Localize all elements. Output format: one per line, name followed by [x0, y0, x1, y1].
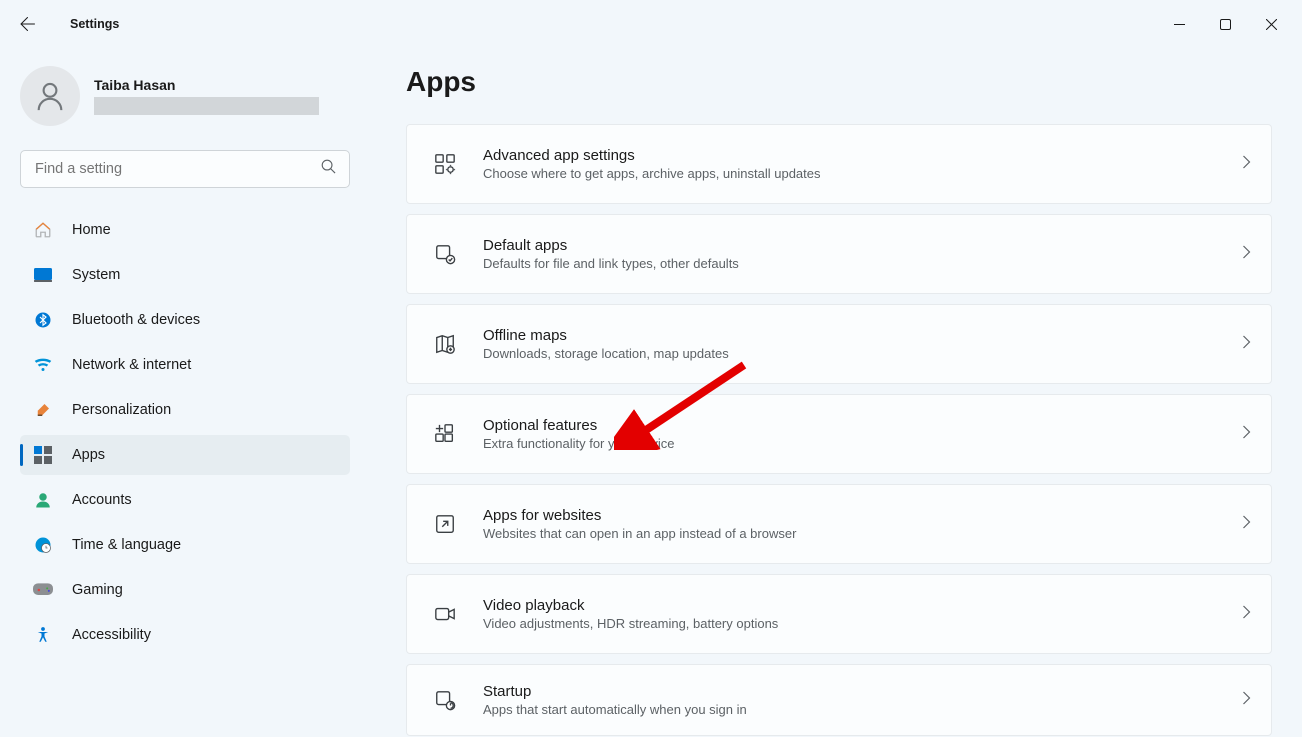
maximize-button[interactable]: [1202, 8, 1248, 40]
card-default-apps[interactable]: Default apps Defaults for file and link …: [406, 214, 1272, 294]
nav-label: Apps: [72, 447, 105, 463]
card-title: Advanced app settings: [483, 147, 1242, 164]
nav-label: Time & language: [72, 537, 181, 553]
sidebar-item-time[interactable]: Time & language: [20, 525, 350, 565]
sidebar-item-home[interactable]: Home: [20, 210, 350, 250]
card-video-playback[interactable]: Video playback Video adjustments, HDR st…: [406, 574, 1272, 654]
optional-features-icon: [431, 420, 459, 448]
chevron-right-icon: [1242, 515, 1251, 534]
card-title: Optional features: [483, 417, 1242, 434]
page-title: Apps: [406, 66, 1272, 98]
account-icon: [32, 489, 54, 511]
card-title: Offline maps: [483, 327, 1242, 344]
person-icon: [33, 79, 67, 113]
card-title: Video playback: [483, 597, 1242, 614]
card-subtitle: Websites that can open in an app instead…: [483, 526, 1242, 541]
app-title: Settings: [70, 17, 119, 31]
search-wrapper: [20, 150, 350, 188]
chevron-right-icon: [1242, 335, 1251, 354]
nav-label: Gaming: [72, 582, 123, 598]
card-offline-maps[interactable]: Offline maps Downloads, storage location…: [406, 304, 1272, 384]
video-icon: [431, 600, 459, 628]
card-subtitle: Defaults for file and link types, other …: [483, 256, 1242, 271]
default-apps-icon: [431, 240, 459, 268]
clock-globe-icon: [32, 534, 54, 556]
apps-icon: [32, 444, 54, 466]
card-title: Apps for websites: [483, 507, 1242, 524]
search-icon: [321, 159, 336, 179]
paintbrush-icon: [32, 399, 54, 421]
chevron-right-icon: [1242, 425, 1251, 444]
chevron-right-icon: [1242, 155, 1251, 174]
sidebar-item-bluetooth[interactable]: Bluetooth & devices: [20, 300, 350, 340]
chevron-right-icon: [1242, 605, 1251, 624]
gamepad-icon: [32, 579, 54, 601]
card-subtitle: Apps that start automatically when you s…: [483, 702, 1242, 717]
sidebar-item-system[interactable]: System: [20, 255, 350, 295]
nav-label: System: [72, 267, 120, 283]
content-area: Apps Advanced app settings Choose where …: [370, 48, 1302, 737]
nav-label: Home: [72, 222, 111, 238]
nav-label: Accessibility: [72, 627, 151, 643]
card-subtitle: Downloads, storage location, map updates: [483, 346, 1242, 361]
arrow-left-icon: [20, 16, 36, 32]
home-icon: [32, 219, 54, 241]
card-subtitle: Video adjustments, HDR streaming, batter…: [483, 616, 1242, 631]
nav-label: Accounts: [72, 492, 132, 508]
sidebar: Taiba Hasan Home System: [0, 48, 370, 737]
card-title: Startup: [483, 683, 1242, 700]
sidebar-item-apps[interactable]: Apps: [20, 435, 350, 475]
maximize-icon: [1220, 19, 1231, 30]
search-input[interactable]: [20, 150, 350, 188]
card-advanced-app-settings[interactable]: Advanced app settings Choose where to ge…: [406, 124, 1272, 204]
card-apps-for-websites[interactable]: Apps for websites Websites that can open…: [406, 484, 1272, 564]
card-optional-features[interactable]: Optional features Extra functionality fo…: [406, 394, 1272, 474]
card-subtitle: Extra functionality for your device: [483, 436, 1242, 451]
sidebar-item-accessibility[interactable]: Accessibility: [20, 615, 350, 655]
titlebar: Settings: [0, 0, 1302, 48]
minimize-button[interactable]: [1156, 8, 1202, 40]
caption-controls: [1156, 8, 1294, 40]
sidebar-item-personalization[interactable]: Personalization: [20, 390, 350, 430]
close-icon: [1266, 19, 1277, 30]
avatar: [20, 66, 80, 126]
close-button[interactable]: [1248, 8, 1294, 40]
username: Taiba Hasan: [94, 77, 319, 93]
nav-list: Home System Bluetooth & devices Network …: [20, 210, 350, 655]
system-icon: [32, 264, 54, 286]
profile-block[interactable]: Taiba Hasan: [20, 66, 350, 126]
chevron-right-icon: [1242, 245, 1251, 264]
minimize-icon: [1174, 19, 1185, 30]
sidebar-item-gaming[interactable]: Gaming: [20, 570, 350, 610]
back-button[interactable]: [8, 4, 48, 44]
chevron-right-icon: [1242, 691, 1251, 710]
sidebar-item-network[interactable]: Network & internet: [20, 345, 350, 385]
user-email-redacted: [94, 97, 319, 115]
map-icon: [431, 330, 459, 358]
wifi-icon: [32, 354, 54, 376]
sidebar-item-accounts[interactable]: Accounts: [20, 480, 350, 520]
card-startup[interactable]: Startup Apps that start automatically wh…: [406, 664, 1272, 736]
startup-icon: [431, 686, 459, 714]
bluetooth-icon: [32, 309, 54, 331]
open-external-icon: [431, 510, 459, 538]
card-subtitle: Choose where to get apps, archive apps, …: [483, 166, 1242, 181]
nav-label: Personalization: [72, 402, 171, 418]
card-title: Default apps: [483, 237, 1242, 254]
accessibility-icon: [32, 624, 54, 646]
nav-label: Network & internet: [72, 357, 191, 373]
nav-label: Bluetooth & devices: [72, 312, 200, 328]
advanced-settings-icon: [431, 150, 459, 178]
